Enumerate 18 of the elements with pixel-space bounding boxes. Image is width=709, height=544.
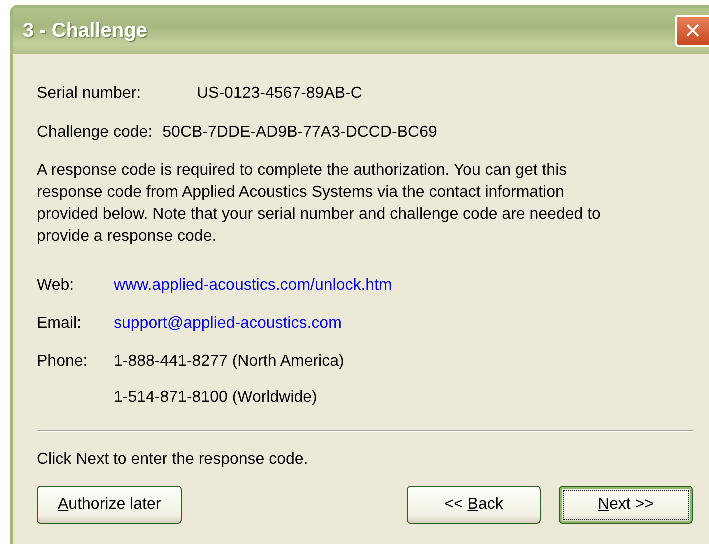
close-button[interactable]: × — [675, 15, 709, 47]
next-button[interactable]: Next >> — [559, 486, 693, 524]
instruction-text: Click Next to enter the response code. — [37, 450, 310, 470]
field-value: 50CB-7DDE-AD9B-77A3-DCCD-BC69 — [162, 123, 438, 143]
field-label: Serial number: — [37, 84, 142, 104]
contact-text: 1-514-871-8100 (Worldwide) — [114, 388, 318, 408]
field-label: Challenge code: — [37, 123, 153, 143]
contact-link[interactable]: support@applied-acoustics.com — [114, 312, 342, 336]
contact-text: 1-888-441-8277 (North America) — [114, 352, 344, 372]
back-button[interactable]: << Back — [407, 486, 541, 524]
authorize-later-button[interactable]: Authorize later — [37, 486, 182, 524]
field-value: US-0123-4567-89AB-C — [197, 84, 362, 104]
contact-link[interactable]: www.applied-acoustics.com/unlock.htm — [114, 274, 392, 298]
contact-label: Phone: — [37, 352, 89, 372]
message-paragraph: A response code is required to complete the authorization. You can get this response code from Applied Acoustics Systems via the contact information provided below. Note that your serial number and challenge code are needed to provide a response code. — [37, 161, 602, 247]
window-title: 3 - Challenge — [23, 19, 148, 44]
contact-label: Email: — [37, 314, 82, 334]
contact-label: Web: — [37, 276, 76, 296]
